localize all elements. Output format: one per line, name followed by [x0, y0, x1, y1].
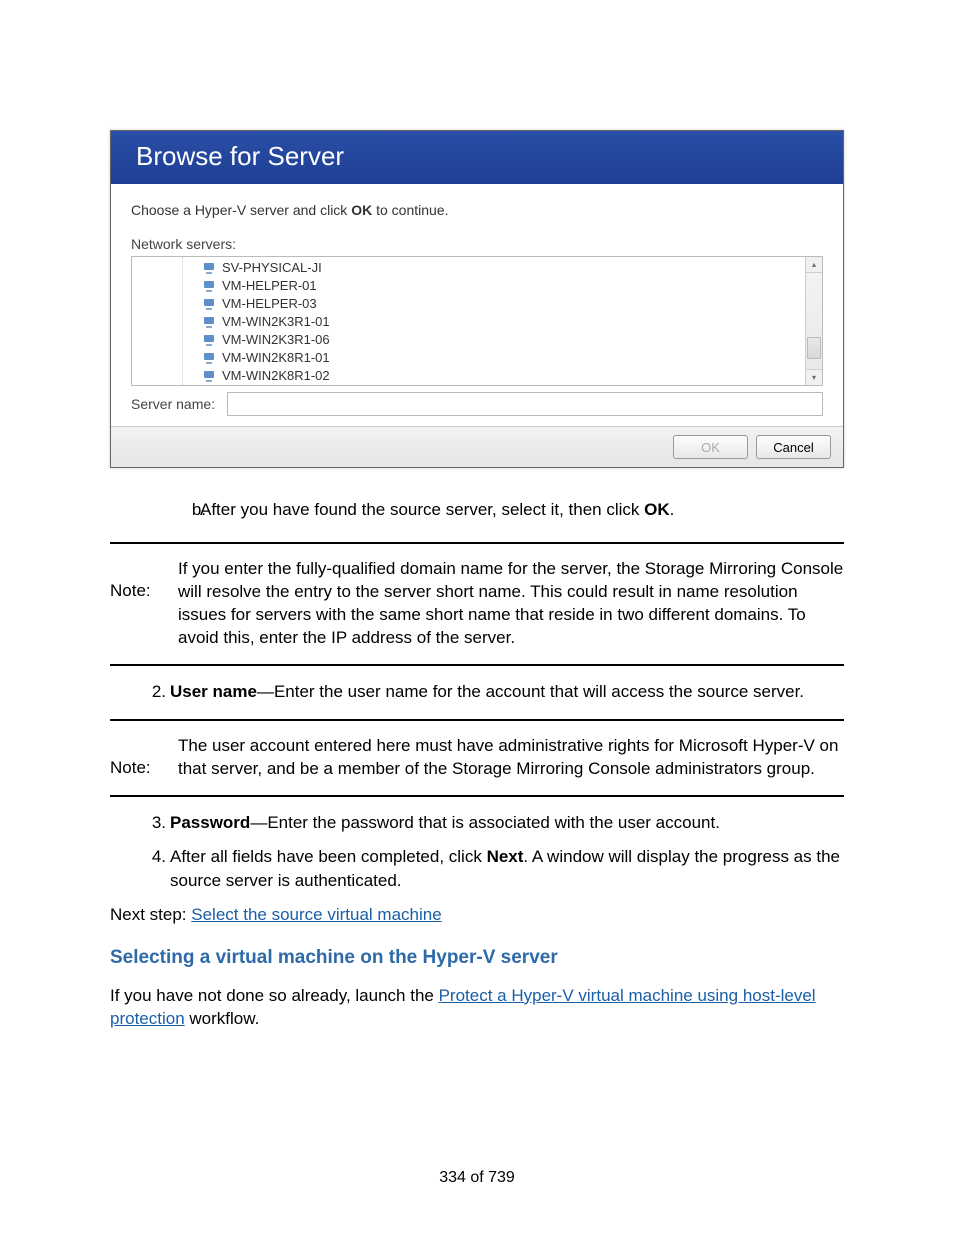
note-1: Note: If you enter the fully-qualified d…	[110, 558, 844, 650]
server-name: VM-WIN2K8R1-01	[222, 349, 330, 367]
step-4: 4. After all fields have been completed,…	[110, 845, 844, 893]
intro-paragraph: If you have not done so already, launch …	[110, 985, 844, 1031]
server-name: VM-WIN2K3R1-06	[222, 331, 330, 349]
note-body: If you enter the fully-qualified domain …	[178, 558, 844, 650]
step-2: 2. User name—Enter the user name for the…	[110, 680, 844, 704]
computer-icon	[202, 280, 216, 293]
step-4-bold: Next	[487, 847, 524, 866]
instruction-post: to continue.	[372, 202, 448, 218]
list-item[interactable]: VM-HELPER-01	[202, 277, 822, 295]
browse-for-server-dialog: Browse for Server Choose a Hyper-V serve…	[110, 130, 844, 468]
step-b-text-post: .	[670, 500, 675, 519]
step-4-marker: 4.	[130, 845, 166, 869]
list-item[interactable]: VM-WIN2K8R1-02	[202, 367, 822, 385]
server-name: SV-PHYSICAL-JI	[222, 259, 322, 277]
server-name: VM-HELPER-03	[222, 295, 317, 313]
step-2-bold: User name	[170, 682, 257, 701]
divider	[110, 664, 844, 666]
note-body: The user account entered here must have …	[178, 735, 844, 781]
computer-icon	[202, 370, 216, 383]
server-name: VM-HELPER-01	[222, 277, 317, 295]
intro-pre: If you have not done so already, launch …	[110, 986, 439, 1005]
note-2: Note: The user account entered here must…	[110, 735, 844, 781]
dialog-title: Browse for Server	[111, 131, 843, 184]
list-item[interactable]: SV-PHYSICAL-JI	[202, 259, 822, 277]
step-b-marker: b.	[170, 498, 206, 522]
step-3-marker: 3.	[130, 811, 166, 835]
network-servers-list[interactable]: SV-PHYSICAL-JI VM-HELPER-01 VM-HELPER-03…	[131, 256, 823, 386]
section-heading: Selecting a virtual machine on the Hyper…	[110, 947, 844, 969]
list-item[interactable]: VM-WIN2K8R1-01	[202, 349, 822, 367]
step-b-text-pre: After you have found the source server, …	[200, 500, 644, 519]
step-3-bold: Password	[170, 813, 250, 832]
next-step-pre: Next step:	[110, 905, 191, 924]
list-item[interactable]: VM-WIN2K3R1-01	[202, 313, 822, 331]
page-number: 334 of 739	[0, 1169, 954, 1187]
note-label: Note:	[110, 558, 166, 650]
step-2-text: —Enter the user name for the account tha…	[257, 682, 804, 701]
cancel-button[interactable]: Cancel	[756, 435, 831, 459]
list-item[interactable]: VM-WIN2K3R1-06	[202, 331, 822, 349]
scrollbar[interactable]: ▴ ▾	[805, 257, 822, 385]
note-label: Note:	[110, 735, 166, 781]
server-name-label: Server name:	[131, 396, 221, 412]
network-servers-label: Network servers:	[131, 236, 823, 252]
computer-icon	[202, 262, 216, 275]
server-name: VM-WIN2K8R1-02	[222, 367, 330, 385]
computer-icon	[202, 298, 216, 311]
dialog-instruction: Choose a Hyper-V server and click OK to …	[131, 202, 823, 218]
divider	[110, 542, 844, 544]
scroll-thumb[interactable]	[807, 337, 821, 359]
step-3-text: —Enter the password that is associated w…	[250, 813, 720, 832]
step-3: 3. Password—Enter the password that is a…	[110, 811, 844, 835]
instruction-bold: OK	[351, 202, 372, 218]
server-name: VM-WIN2K3R1-01	[222, 313, 330, 331]
step-b: b. After you have found the source serve…	[110, 498, 844, 522]
computer-icon	[202, 334, 216, 347]
scroll-up-icon[interactable]: ▴	[806, 257, 822, 273]
next-step: Next step: Select the source virtual mac…	[110, 905, 844, 925]
server-name-input[interactable]	[227, 392, 823, 416]
instruction-pre: Choose a Hyper-V server and click	[131, 202, 351, 218]
list-item[interactable]: VM-HELPER-03	[202, 295, 822, 313]
dialog-footer: OK Cancel	[111, 426, 843, 467]
ok-button[interactable]: OK	[673, 435, 748, 459]
intro-post: workflow.	[185, 1009, 260, 1028]
next-step-link[interactable]: Select the source virtual machine	[191, 905, 441, 924]
computer-icon	[202, 316, 216, 329]
divider	[110, 795, 844, 797]
step-b-bold: OK	[644, 500, 670, 519]
step-4-pre: After all fields have been completed, cl…	[170, 847, 487, 866]
step-2-marker: 2.	[130, 680, 166, 704]
divider	[110, 719, 844, 721]
scroll-down-icon[interactable]: ▾	[806, 369, 822, 385]
computer-icon	[202, 352, 216, 365]
